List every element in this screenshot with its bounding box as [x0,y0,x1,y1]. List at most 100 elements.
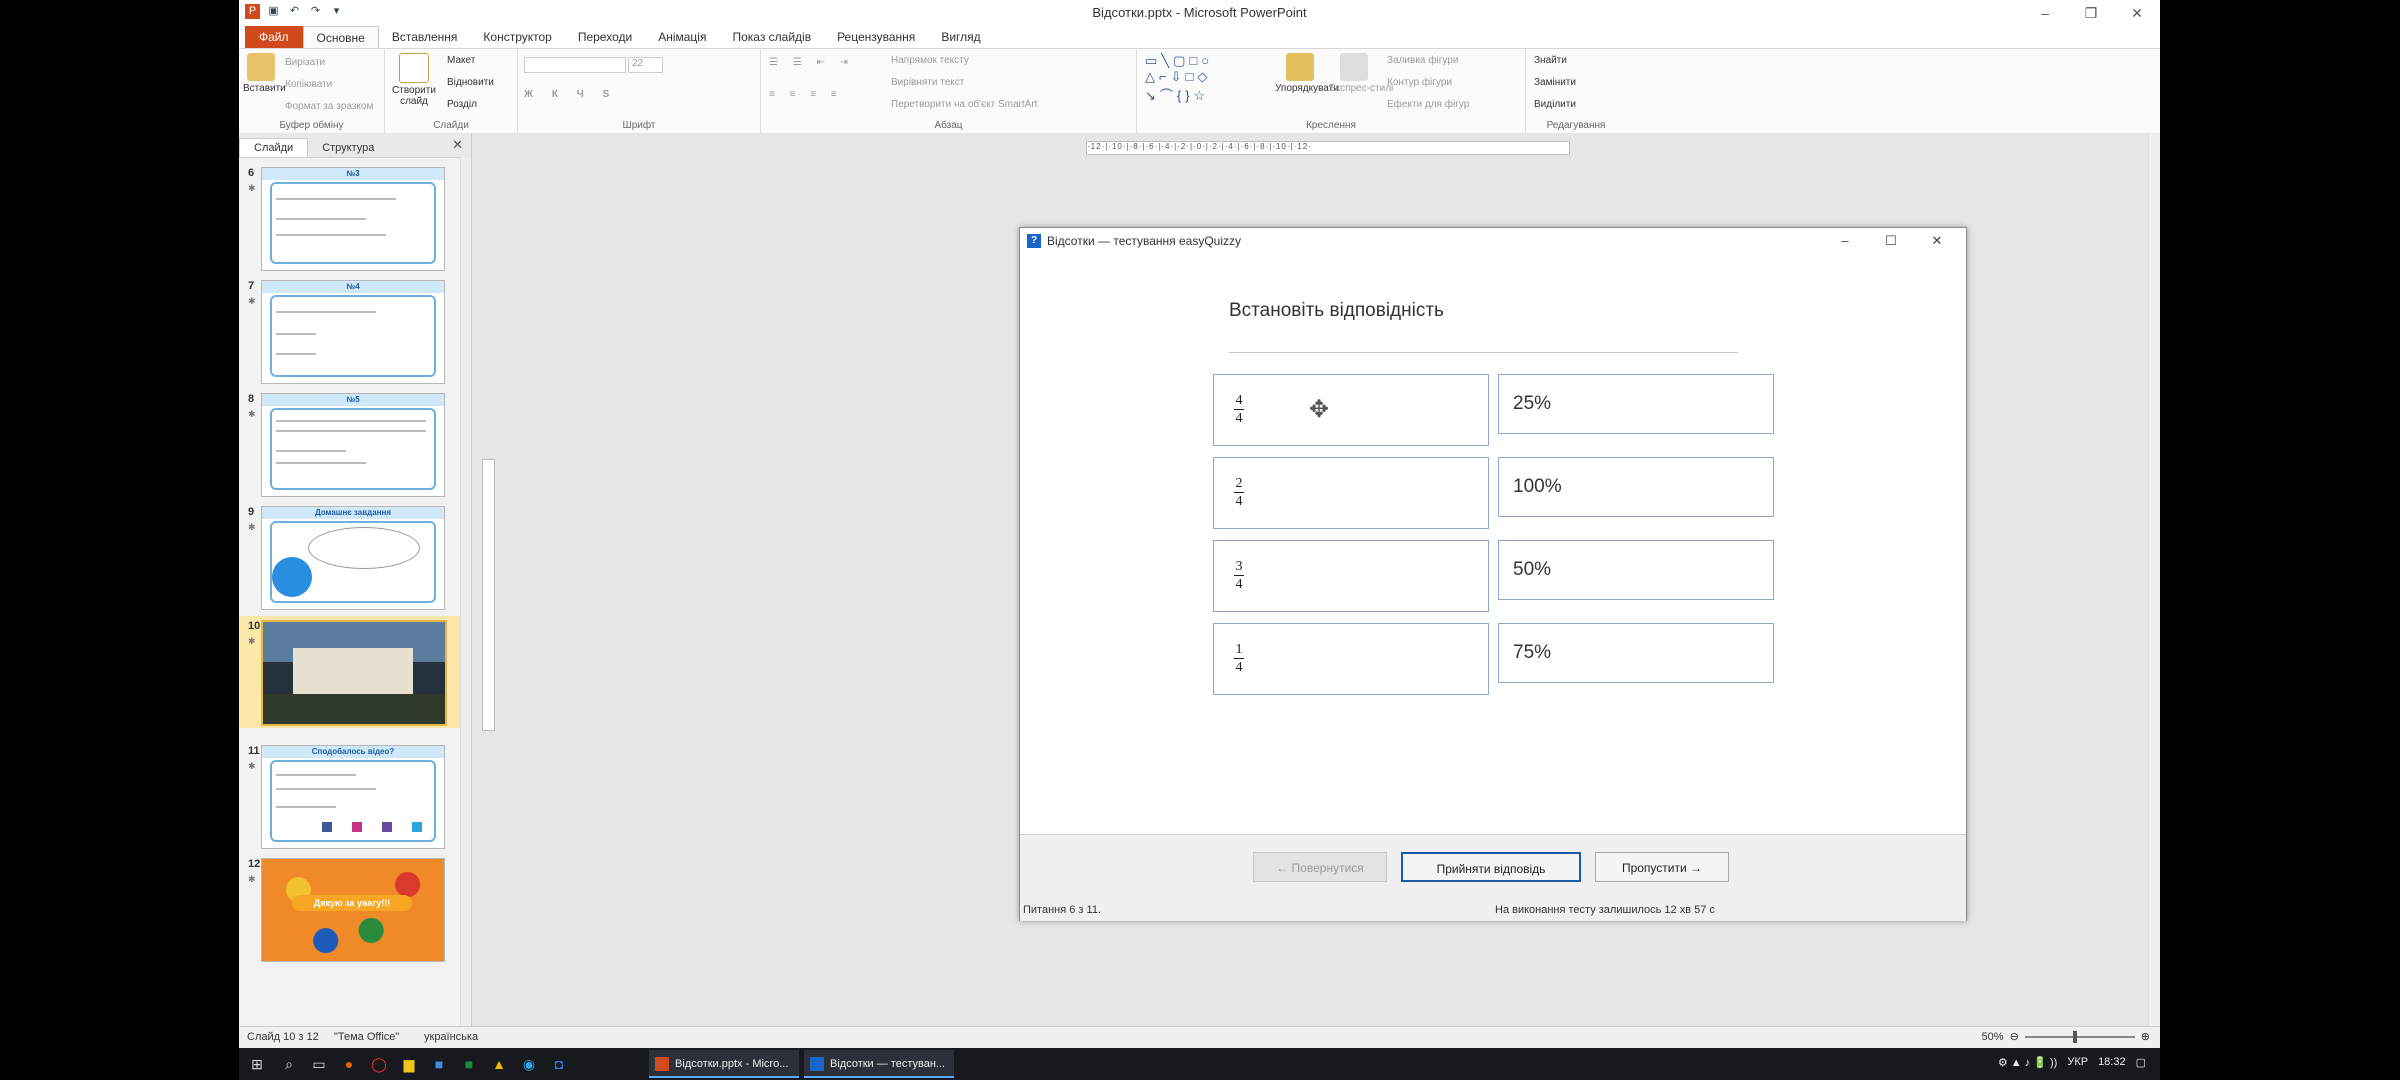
question-divider [1229,352,1738,353]
group-name: Редагування [1546,120,1606,131]
minimize-icon[interactable]: – [2022,0,2068,26]
tab-file[interactable]: Файл [245,26,303,48]
slide-panel: Слайди Структура ✕ 6 ✱ №3 7 ✱ №4 8 ✱ №5 … [239,133,472,1026]
percent-label: 50% [1513,559,1552,580]
paste-button[interactable]: Вставити [243,53,286,94]
tab-view[interactable]: Вигляд [928,26,993,48]
slide-thumbnail[interactable]: 9 ✱ Домашнє завдання [239,506,461,610]
tab-slides[interactable]: Слайди [239,138,309,157]
fraction: 1 4 [1234,642,1244,675]
zoom-in-icon[interactable]: ⊕ [2141,1030,2150,1043]
match-left-item[interactable]: 2 4 [1213,457,1489,529]
title-bar: P ▣ ↶ ↷ ▾ Відсотки.pptx - Microsoft Powe… [239,0,2160,26]
replace-button[interactable]: Замінити [1534,77,1576,88]
tray-icons[interactable]: ⚙ ▲ ♪ 🔋 )) [1998,1056,2058,1069]
close-panel-icon[interactable]: ✕ [452,137,463,153]
slide-thumbnail[interactable]: 8 ✱ №5 [239,393,461,497]
app-q-icon[interactable]: ◘ [549,1054,569,1074]
fraction: 2 4 [1234,476,1244,509]
slide-thumbnail[interactable]: 6 ✱ №3 [239,167,461,271]
opera-icon[interactable]: ◯ [369,1054,389,1074]
match-right-item[interactable]: 75% [1498,623,1774,683]
smartart-button[interactable]: Перетворити на об'єкт SmartArt [891,99,1037,110]
maximize-icon[interactable]: ☐ [1868,228,1914,254]
chrome-icon[interactable]: ◉ [519,1054,539,1074]
quick-styles-button[interactable]: Експрес-стилі [1329,53,1393,94]
accept-answer-button[interactable]: Прийняти відповідь [1401,852,1581,882]
font-size-input[interactable]: 22 [628,57,663,73]
tab-review[interactable]: Рецензування [824,26,928,48]
notifications-icon[interactable]: ▢ [2136,1056,2146,1069]
zoom-level[interactable]: 50% [1982,1031,2004,1043]
tab-animations[interactable]: Анімація [645,26,719,48]
transition-icon: ✱ [248,874,256,884]
shape-effects-button[interactable]: Ефекти для фігур [1387,99,1469,110]
question-text: Встановіть відповідність [1229,300,1444,321]
task-view-icon[interactable]: ▭ [309,1054,329,1074]
align-text-button[interactable]: Вирівняти текст [891,77,964,88]
slide-thumbnail[interactable]: 7 ✱ №4 [239,280,461,384]
minimize-icon[interactable]: – [1822,228,1868,254]
editor-scrollbar[interactable] [2148,133,2160,1026]
close-icon[interactable]: ✕ [2114,0,2160,26]
app-icon[interactable]: ■ [429,1054,449,1074]
find-button[interactable]: Знайти [1534,55,1567,66]
slide-thumbnail[interactable]: 12 ✱ Дякую за увагу!!! [239,858,461,962]
align-buttons[interactable]: ≡ ≡ ≡ ≡ [769,89,843,100]
match-right-item[interactable]: 50% [1498,540,1774,600]
group-paragraph: ☰ ☰ ⇤ ⇥ ≡ ≡ ≡ ≡ Напрямок тексту Вирівнят… [761,49,1137,133]
layout-button[interactable]: Макет [447,55,475,66]
taskbar-powerpoint[interactable]: Відсотки.pptx - Micro... [649,1050,799,1078]
excel-icon[interactable]: ■ [459,1054,479,1074]
text-direction-button[interactable]: Напрямок тексту [891,55,969,66]
list-buttons[interactable]: ☰ ☰ ⇤ ⇥ [769,57,854,68]
firefox-icon[interactable]: ● [339,1054,359,1074]
tab-home[interactable]: Основне [302,26,379,48]
fraction: 4 4 [1234,393,1244,426]
slide-panel-scrollbar[interactable] [460,157,471,1026]
shape-fill-button[interactable]: Заливка фігури [1387,55,1458,66]
shape-outline-button[interactable]: Контур фігури [1387,77,1452,88]
font-name-input[interactable] [524,57,626,73]
drive-icon[interactable]: ▲ [489,1054,509,1074]
zoom-out-icon[interactable]: ⊖ [2010,1030,2019,1043]
match-left-item[interactable]: 1 4 [1213,623,1489,695]
font-style-buttons[interactable]: Ж К Ч S [524,89,617,100]
tab-transitions[interactable]: Переходи [565,26,645,48]
slide-thumbnail-selected[interactable]: 10 ✱ [239,616,461,728]
group-clipboard: Вставити Вирізати Копіювати Формат за зр… [239,49,385,133]
format-painter-button[interactable]: Формат за зразком [285,101,373,112]
skip-button[interactable]: Пропустити → [1595,852,1729,882]
tab-slideshow[interactable]: Показ слайдів [719,26,824,48]
language-indicator[interactable]: українська [424,1031,478,1043]
section-button[interactable]: Розділ [447,99,477,110]
match-right-item[interactable]: 100% [1498,457,1774,517]
explorer-icon[interactable]: ▆ [399,1054,419,1074]
copy-button[interactable]: Копіювати [285,79,332,90]
search-icon[interactable]: ⌕ [279,1054,299,1074]
new-slide-button[interactable]: Створити слайд [389,53,439,107]
shapes-gallery[interactable]: ▭╲▢□○ △⌐⇩□◇ ↘⌒{}☆ [1145,53,1213,104]
keyboard-language[interactable]: УКР [2067,1056,2088,1069]
transition-icon: ✱ [248,183,256,193]
cut-button[interactable]: Вирізати [285,57,325,68]
select-button[interactable]: Виділити [1534,99,1576,110]
tab-insert[interactable]: Вставлення [379,26,471,48]
clock[interactable]: 18:32 [2098,1056,2126,1069]
tab-outline[interactable]: Структура [308,139,388,157]
quiz-dialog: ? Відсотки — тестування easyQuizzy – ☐ ✕… [1019,227,1967,921]
arrange-button[interactable]: Упорядкувати [1275,53,1339,94]
back-button[interactable]: ← Повернутися [1253,852,1387,882]
match-left-item[interactable]: 3 4 [1213,540,1489,612]
zoom-slider[interactable] [2024,1030,2135,1043]
close-icon[interactable]: ✕ [1914,228,1960,254]
taskbar-quiz[interactable]: Відсотки — тестуван... [804,1050,954,1078]
start-icon[interactable]: ⊞ [247,1054,267,1074]
restore-icon[interactable]: ❐ [2068,0,2114,26]
group-name: Креслення [1306,120,1356,131]
tab-design[interactable]: Конструктор [470,26,564,48]
match-left-item[interactable]: 4 4 ✥ [1213,374,1489,446]
slide-thumbnail[interactable]: 11 ✱ Сподобалось відео? [239,745,461,849]
reset-button[interactable]: Відновити [447,77,494,88]
match-right-item[interactable]: 25% [1498,374,1774,434]
